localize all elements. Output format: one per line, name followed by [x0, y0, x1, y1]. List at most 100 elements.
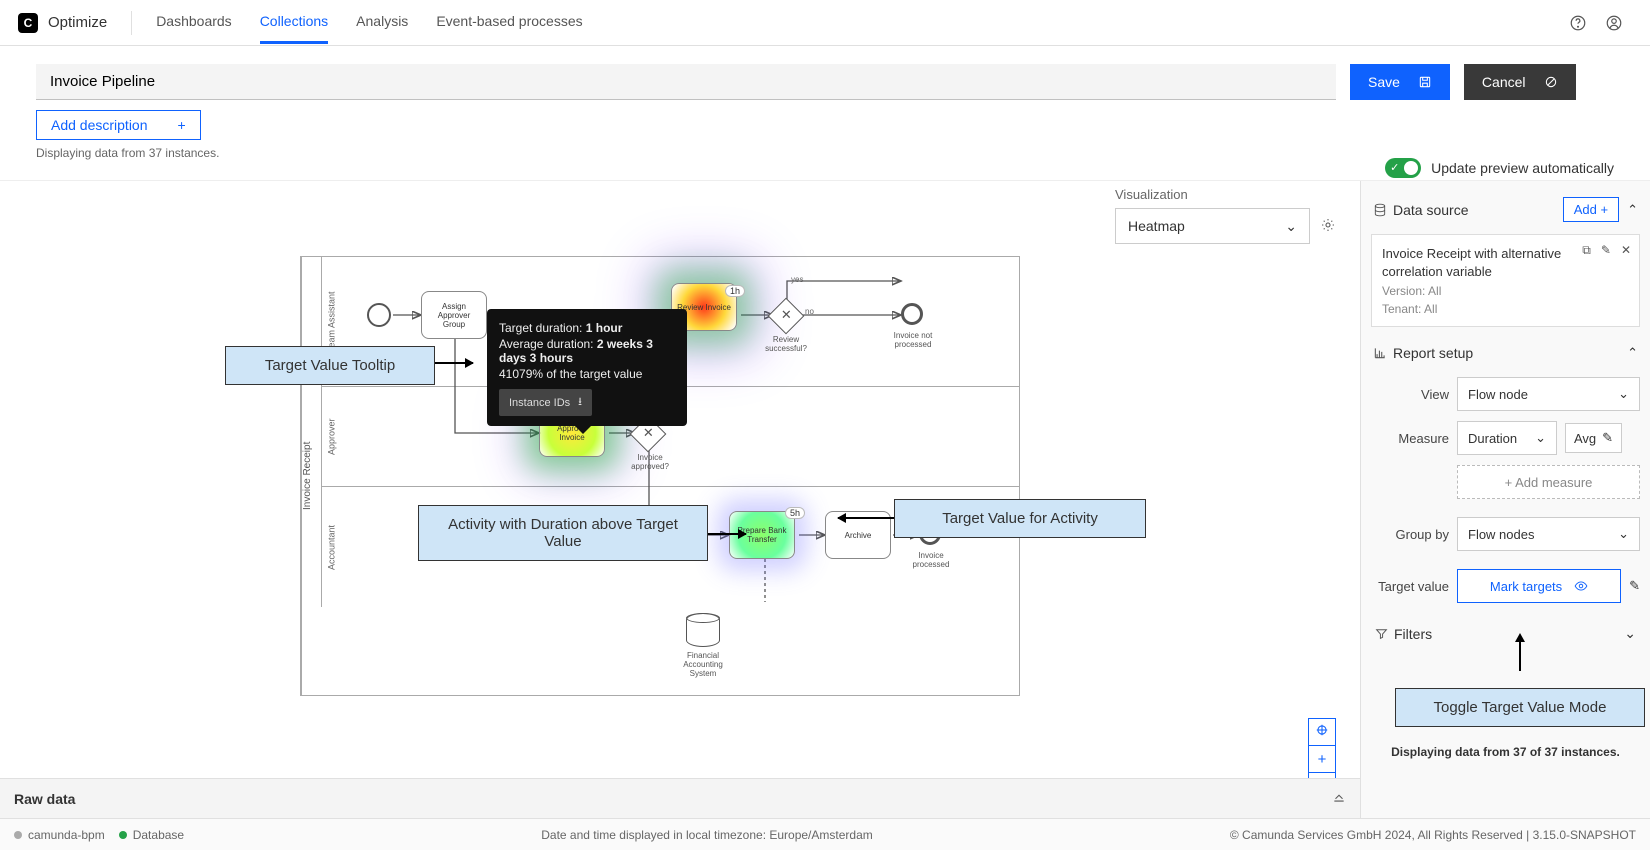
visualization-label: Visualization — [1115, 187, 1336, 202]
close-icon[interactable]: ✕ — [1621, 243, 1631, 258]
tt-avg-label: Average duration: — [499, 337, 594, 351]
end-not-processed-label: Invoice not processed — [887, 331, 939, 349]
save-icon — [1418, 75, 1432, 89]
copyright-label: © Camunda Services GmbH 2024, All Rights… — [1230, 828, 1636, 842]
annot-tooltip: Target Value Tooltip — [225, 346, 435, 385]
zoom-in-button[interactable]: + — [1308, 745, 1336, 773]
expand-icon[interactable] — [1332, 790, 1346, 807]
logo: C — [18, 13, 38, 33]
top-bar: C Optimize Dashboards Collections Analys… — [0, 0, 1650, 46]
db-status-dot — [119, 831, 127, 839]
database-icon — [1373, 203, 1387, 217]
product-name: Optimize — [48, 14, 107, 31]
save-label: Save — [1368, 74, 1400, 90]
chevron-down-icon: ⌄ — [1618, 386, 1629, 402]
mark-targets-button[interactable]: Mark targets — [1457, 569, 1621, 603]
task-assign-approver[interactable]: Assign Approver Group — [421, 291, 487, 339]
arrow-toggle — [1519, 641, 1521, 671]
raw-data-label: Raw data — [14, 791, 75, 807]
measure-select[interactable]: Duration ⌄ — [1457, 421, 1557, 455]
target-value-tooltip: Target duration: 1 hour Average duration… — [487, 309, 687, 426]
visualization-value: Heatmap — [1128, 218, 1185, 234]
view-select[interactable]: Flow node ⌄ — [1457, 377, 1640, 411]
db-label: Database — [133, 828, 184, 842]
preview-toggle-label: Update preview automatically — [1431, 160, 1614, 176]
edge-yes-1: yes — [791, 275, 803, 284]
groupby-select[interactable]: Flow nodes ⌄ — [1457, 517, 1640, 551]
canvas: Visualization Heatmap ⌄ Invoice Receipt … — [0, 181, 1360, 840]
gateway-approved-label: Invoice approved? — [625, 453, 675, 471]
sidebar-footer: Displaying data from 37 of 37 instances. — [1371, 735, 1640, 769]
filters-label: Filters — [1394, 626, 1432, 642]
end-processed-label: Invoice processed — [905, 551, 957, 569]
arrow-for-activity — [838, 517, 894, 519]
chevron-down-icon: ⌄ — [1285, 218, 1297, 235]
datastore-financial[interactable] — [686, 613, 720, 647]
add-description-button[interactable]: Add description + — [36, 110, 201, 140]
lane-label-2: Approver — [321, 387, 341, 486]
aggregation-value: Avg — [1574, 431, 1596, 446]
instance-ids-button[interactable]: Instance IDs ⭳ — [499, 389, 592, 416]
filters-section[interactable]: Filters ⌄ — [1371, 615, 1640, 652]
report-setup-section: Report setup ⌃ View Flow node ⌄ Measure … — [1371, 339, 1640, 603]
engine-status-dot — [14, 831, 22, 839]
measure-label: Measure — [1371, 431, 1449, 446]
raw-data-bar[interactable]: Raw data — [0, 778, 1360, 818]
engine-label: camunda-bpm — [28, 828, 105, 842]
chevron-up-icon[interactable]: ⌃ — [1627, 202, 1638, 218]
subheader: Save Cancel — [0, 46, 1650, 110]
gateway-review-label: Review successful? — [761, 335, 811, 353]
source-tenant: Tenant: All — [1382, 302, 1629, 316]
visualization-select[interactable]: Heatmap ⌄ — [1115, 208, 1310, 244]
add-measure-button[interactable]: + Add measure — [1457, 465, 1640, 499]
tab-analysis[interactable]: Analysis — [356, 1, 408, 44]
datasource-title: Data source — [1373, 202, 1468, 218]
add-description-label: Add description — [51, 117, 148, 133]
save-button[interactable]: Save — [1350, 64, 1450, 100]
visualization-control: Visualization Heatmap ⌄ — [1115, 187, 1336, 244]
filter-icon — [1375, 627, 1388, 640]
preview-toggle[interactable]: ✓ — [1385, 158, 1421, 178]
help-icon[interactable] — [1560, 5, 1596, 41]
source-card: Invoice Receipt with alternative correla… — [1371, 234, 1640, 327]
check-icon: ✓ — [1390, 161, 1399, 174]
cancel-icon — [1544, 75, 1558, 89]
measure-value: Duration — [1468, 431, 1517, 446]
aggregation-chip[interactable]: Avg ✎ — [1565, 423, 1622, 453]
footer: camunda-bpm Database Date and time displ… — [0, 818, 1650, 850]
tab-dashboards[interactable]: Dashboards — [156, 1, 232, 44]
preview-toggle-row: ✓ Update preview automatically — [1385, 158, 1614, 178]
tab-event-processes[interactable]: Event-based processes — [436, 1, 582, 44]
gear-icon[interactable] — [1320, 217, 1336, 236]
tab-collections[interactable]: Collections — [260, 1, 328, 44]
tt-instances-label: Instance IDs — [509, 397, 570, 409]
chevron-up-icon[interactable]: ⌃ — [1627, 345, 1638, 361]
datasource-section: Data source Add + ⌃ Invoice Receipt with… — [1371, 191, 1640, 327]
target-label: Target value — [1371, 579, 1449, 594]
edit-icon[interactable]: ✎ — [1601, 243, 1611, 258]
view-label: View — [1371, 387, 1449, 402]
chevron-down-icon: ⌄ — [1535, 430, 1546, 446]
arrow-above — [708, 533, 746, 535]
report-title-input[interactable] — [36, 64, 1336, 100]
edit-icon[interactable]: ✎ — [1629, 578, 1640, 594]
copy-icon[interactable]: ⧉ — [1582, 243, 1591, 258]
download-icon: ⭳ — [578, 393, 582, 412]
badge-review: 1h — [725, 285, 745, 297]
zoom-fit-button[interactable] — [1308, 718, 1336, 746]
pool-label: Invoice Receipt — [301, 257, 321, 695]
edge-no-1: no — [805, 307, 814, 316]
mark-targets-label: Mark targets — [1490, 579, 1562, 594]
view-value: Flow node — [1468, 387, 1528, 402]
cancel-button[interactable]: Cancel — [1464, 64, 1576, 100]
end-not-processed[interactable] — [901, 303, 923, 325]
source-version: Version: All — [1382, 284, 1629, 298]
start-event[interactable] — [367, 303, 391, 327]
divider — [131, 11, 132, 35]
add-datasource-button[interactable]: Add + — [1563, 197, 1619, 222]
timezone-label: Date and time displayed in local timezon… — [541, 828, 873, 842]
sidebar: Data source Add + ⌃ Invoice Receipt with… — [1360, 181, 1650, 840]
user-icon[interactable] — [1596, 5, 1632, 41]
plus-icon: + — [178, 117, 186, 133]
tt-pct: 41079% of the target value — [499, 367, 675, 381]
